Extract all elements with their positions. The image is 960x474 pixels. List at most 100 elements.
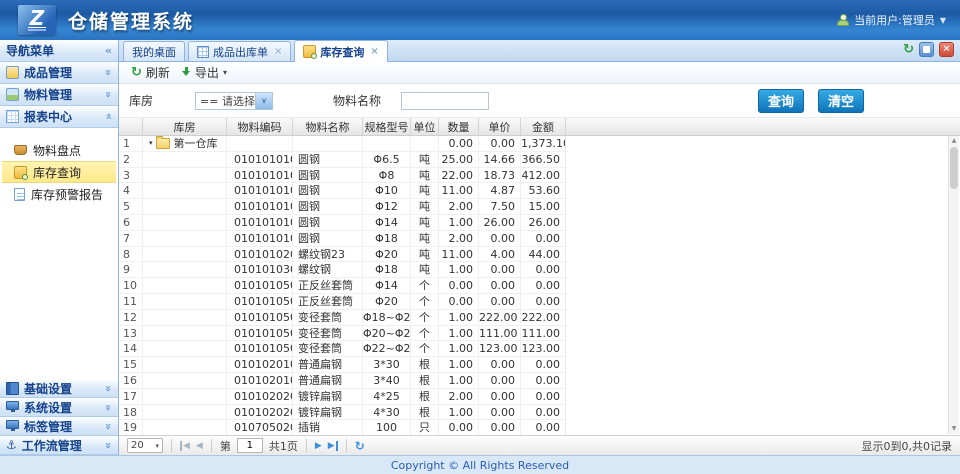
sidebar-item-inventory-warning-report[interactable]: 库存预警报告	[0, 184, 118, 204]
warehouse-select[interactable]: == 请选择 == ∨	[195, 92, 273, 110]
divider	[211, 439, 212, 452]
header-unit[interactable]: 单位	[411, 118, 439, 135]
sidebar-item-inventory-query[interactable]: 库存查询	[2, 161, 116, 183]
tab-inventory-query[interactable]: 库存查询 ×	[294, 40, 387, 62]
table-row[interactable]: 14010101050303变径套筒Φ22~Φ25个1.00123.00123.…	[119, 341, 567, 357]
cell-unit: 根	[411, 357, 439, 372]
sidebar-item-material-count[interactable]: 物料盘点	[0, 140, 118, 160]
scroll-down-icon[interactable]: ▼	[949, 424, 959, 434]
cell-warehouse	[143, 389, 227, 404]
header-quantity[interactable]: 数量	[439, 118, 479, 135]
next-page-icon[interactable]: ▶	[315, 441, 322, 451]
user-menu[interactable]: 当前用户:管理员 ▼	[837, 12, 946, 28]
table-row[interactable]: 12010101050301变径套筒Φ18~Φ20个1.00222.00222.…	[119, 310, 567, 326]
tree-expander-icon[interactable]: ▾	[149, 136, 153, 151]
refresh-tab-icon[interactable]: ↻	[903, 43, 914, 56]
export-label: 导出	[195, 64, 219, 81]
product-icon	[6, 66, 19, 79]
sidebar-group-workflow[interactable]: ⚓ 工作流管理 »	[0, 436, 118, 455]
scrollbar-thumb[interactable]	[950, 147, 958, 189]
nav-menu-header[interactable]: 导航菜单 «	[0, 40, 118, 62]
table-row[interactable]: 180101020202镀锌扁钢4*30根1.000.000.00	[119, 405, 567, 421]
inventory-query-icon	[303, 45, 316, 58]
reload-icon[interactable]: ↻	[355, 439, 365, 453]
header-amount[interactable]: 金额	[521, 118, 566, 135]
table-row[interactable]: 11010101050204正反丝套筒Φ20个0.000.000.00	[119, 294, 567, 310]
collapse-left-icon[interactable]: «	[105, 44, 112, 57]
cell-unit: 吨	[411, 183, 439, 198]
cell-code: 0101020102	[227, 373, 293, 388]
maximize-icon[interactable]	[919, 42, 934, 57]
vertical-scrollbar[interactable]: ▲ ▼	[948, 136, 959, 434]
cell-price: 0.00	[479, 231, 521, 246]
material-name-input[interactable]	[401, 92, 489, 110]
table-row[interactable]: 60101010105圆钢Φ14吨1.0026.0026.00	[119, 215, 567, 231]
table-row[interactable]: 160101020102普通扁钢3*40根1.000.000.00	[119, 373, 567, 389]
tab-product-outbound[interactable]: 成品出库单 ×	[188, 41, 291, 61]
header-warehouse[interactable]: 库房	[143, 118, 227, 135]
cell-spec: Φ20	[363, 247, 411, 262]
sidebar-group-basic-settings[interactable]: 基础设置 »	[0, 379, 118, 398]
refresh-label: 刷新	[146, 64, 170, 81]
last-page-icon[interactable]: ▶	[328, 441, 338, 451]
sidebar-group-product[interactable]: 成品管理 »	[0, 62, 118, 84]
cell-amount: 26.00	[521, 215, 566, 230]
table-row[interactable]: 170101020201镀锌扁钢4*25根2.000.000.00	[119, 389, 567, 405]
cell-price: 0.00	[479, 294, 521, 309]
cell-code: 0101020101	[227, 357, 293, 372]
cell-spec: Φ18	[363, 231, 411, 246]
cell-amount: 0.00	[521, 231, 566, 246]
material-icon	[6, 88, 19, 101]
table-row[interactable]: 190107050201插销100只0.000.000.00	[119, 420, 567, 435]
cell-name: 圆钢	[293, 183, 363, 198]
clear-button[interactable]: 清空	[818, 89, 864, 113]
sidebar-item-label: 库存预警报告	[31, 186, 103, 203]
scroll-up-icon[interactable]: ▲	[949, 136, 959, 146]
chevron-down-icon: ▾	[155, 442, 159, 450]
tab-my-desktop[interactable]: 我的桌面	[123, 41, 185, 61]
header-material-code[interactable]: 物料编码	[227, 118, 293, 135]
table-row[interactable]: 80101010205螺纹钢23Φ20吨11.004.0044.00	[119, 247, 567, 263]
cell-unit	[411, 136, 439, 151]
table-row[interactable]: 150101020101普通扁钢3*30根1.000.000.00	[119, 357, 567, 373]
cell-unit: 个	[411, 341, 439, 356]
close-icon[interactable]: ×	[370, 46, 378, 57]
prev-page-icon[interactable]: ◀	[196, 441, 203, 451]
header-spec-model[interactable]: 规格型号	[363, 118, 411, 135]
cell-price: 4.00	[479, 247, 521, 262]
table-row[interactable]: 13010101050302变径套筒Φ20~Φ22个1.00111.00111.…	[119, 326, 567, 342]
cell-code: 0101010205	[227, 247, 293, 262]
table-row[interactable]: 70101010107圆钢Φ18吨2.000.000.00	[119, 231, 567, 247]
close-panel-icon[interactable]: ×	[939, 42, 954, 57]
table-row[interactable]: 90101010309螺纹钢Φ18吨1.000.000.00	[119, 262, 567, 278]
sidebar-group-system-settings[interactable]: 系统设置 »	[0, 398, 118, 417]
export-button[interactable]: 导出 ▾	[178, 63, 231, 82]
cell-code	[227, 136, 293, 151]
table-row[interactable]: 10010101050201正反丝套筒Φ14个0.000.000.00	[119, 278, 567, 294]
table-row[interactable]: 50101010104圆钢Φ12吨2.007.5015.00	[119, 199, 567, 215]
cell-quantity: 1.00	[439, 341, 479, 356]
table-row[interactable]: 40101010103圆钢Φ10吨11.004.8753.60	[119, 183, 567, 199]
cell-price: 7.50	[479, 199, 521, 214]
cell-code: 010101050204	[227, 294, 293, 309]
first-page-icon[interactable]: ◀	[180, 441, 190, 451]
query-button[interactable]: 查询	[758, 89, 804, 113]
cell-unit: 个	[411, 278, 439, 293]
table-row[interactable]: 20101010101圆钢Φ6.5吨25.0014.66366.50	[119, 152, 567, 168]
cell-quantity: 11.00	[439, 183, 479, 198]
header-unit-price[interactable]: 单价	[479, 118, 521, 135]
sidebar-group-label-management[interactable]: 标签管理 »	[0, 417, 118, 436]
sidebar-group-report-center[interactable]: 报表中心 »	[0, 106, 118, 128]
header-material-name[interactable]: 物料名称	[293, 118, 363, 135]
refresh-button[interactable]: ↻ 刷新	[127, 63, 174, 82]
close-icon[interactable]: ×	[274, 46, 282, 57]
page-size-select[interactable]: 20 ▾	[127, 438, 163, 453]
table-row[interactable]: 30101010102圆钢Φ8吨22.0018.73412.00	[119, 168, 567, 184]
sidebar-group-material[interactable]: 物料管理 »	[0, 84, 118, 106]
cell-quantity: 1.00	[439, 310, 479, 325]
group-row[interactable]: 1▾第一仓库0.000.001,373.10	[119, 136, 567, 152]
cell-quantity: 1.00	[439, 326, 479, 341]
cell-rownum: 15	[119, 357, 143, 372]
page-number-input[interactable]	[237, 438, 263, 453]
cell-price: 0.00	[479, 357, 521, 372]
